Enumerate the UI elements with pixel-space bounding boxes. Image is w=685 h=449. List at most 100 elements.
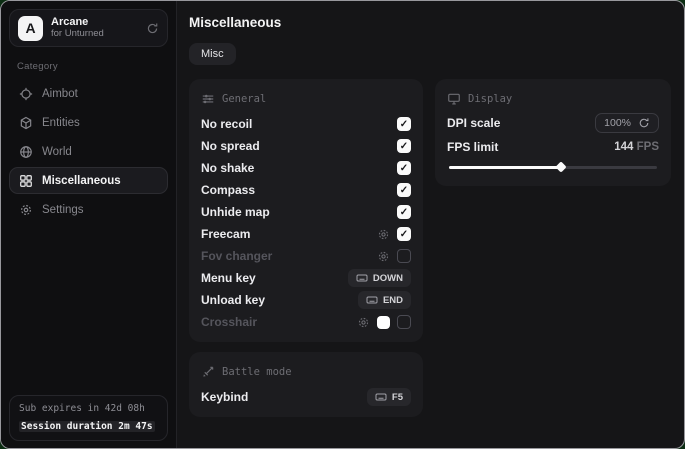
setting-controls: ✓ [397,161,411,175]
sidebar-item-world[interactable]: World [9,138,168,165]
setting-row-no-recoil: No recoil ✓ [201,113,411,135]
sidebar-item-aimbot[interactable]: Aimbot [9,80,168,107]
setting-label: Unhide map [201,205,270,219]
dpi-scale-label: DPI scale [447,116,500,130]
keybind-badge[interactable]: F5 [367,388,411,406]
setting-controls: ✓ [357,315,411,329]
setting-label: No spread [201,139,260,153]
setting-row-no-spread: No spread ✓ [201,135,411,157]
setting-row-keybind: Keybind F5 [201,386,411,408]
sub-expiry-text: Sub expires in 42d 08h [19,403,158,414]
setting-controls: ✓ [397,117,411,131]
fps-unit: FPS [637,141,659,153]
sidebar-item-icon [19,203,33,217]
subscription-status-box: Sub expires in 42d 08h Session duration … [9,395,168,441]
checkbox[interactable]: ✓ [397,139,411,153]
brand-text: Arcane for Unturned [51,16,138,40]
battle-mode-panel: Battle mode Keybind F5 [189,352,423,417]
color-swatch[interactable] [377,316,390,329]
setting-label: Keybind [201,390,248,404]
setting-row-menu-key: Menu key DOWN [201,267,411,289]
sidebar-item-label: World [42,146,72,158]
arcane-window: A Arcane for Unturned Category Aimbot En… [0,0,685,449]
setting-row-unload-key: Unload key END [201,289,411,311]
slider-handle[interactable] [556,161,567,172]
dpi-scale-control[interactable]: 100% [595,113,659,133]
setting-controls: ✓ [397,205,411,219]
setting-label: No shake [201,161,254,175]
fps-number: 144 [614,141,633,153]
checkbox[interactable]: ✓ [397,249,411,263]
keybind-label: DOWN [373,273,403,284]
general-panel-title: General [222,93,266,105]
session-duration-text: Session duration 2m 47s [19,421,155,432]
checkbox[interactable]: ✓ [397,183,411,197]
setting-row-no-shake: No shake ✓ [201,157,411,179]
display-panel-title: Display [468,93,512,105]
keybind-label: END [383,295,403,306]
setting-row-compass: Compass ✓ [201,179,411,201]
setting-label: Menu key [201,271,256,285]
sidebar-item-label: Settings [42,204,84,216]
general-rows: No recoil ✓ No spread ✓ No shake ✓ Compa… [201,113,411,333]
sidebar-item-label: Aimbot [42,88,78,100]
setting-row-crosshair: Crosshair ✓ [201,311,411,333]
dpi-scale-value: 100% [604,117,631,129]
sidebar-item-settings[interactable]: Settings [9,196,168,223]
sliders-icon [201,92,215,106]
sidebar-item-icon [19,116,33,130]
keyboard-icon [375,391,387,403]
setting-row-fov-changer: Fov changer ✓ [201,245,411,267]
sidebar: A Arcane for Unturned Category Aimbot En… [1,1,177,448]
setting-label: Crosshair [201,315,257,329]
setting-controls: F5 [367,388,411,406]
row-settings-gear-icon[interactable] [377,228,390,241]
general-panel-header: General [201,92,411,106]
setting-controls: END [358,291,411,309]
checkbox[interactable]: ✓ [397,315,411,329]
battle-panel-title: Battle mode [222,366,292,378]
tab-misc[interactable]: Misc [189,43,236,65]
fps-limit-value: 144 FPS [614,141,659,153]
sidebar-nav: Aimbot Entities World Miscellaneous Sett… [9,80,168,223]
setting-row-freecam: Freecam ✓ [201,223,411,245]
checkbox[interactable]: ✓ [397,117,411,131]
app-name: Arcane [51,16,138,29]
dpi-scale-row: DPI scale 100% [447,113,659,133]
setting-controls: DOWN [348,269,411,287]
row-settings-gear-icon[interactable] [377,250,390,263]
fps-limit-label: FPS limit [447,140,498,154]
left-column: General No recoil ✓ No spread ✓ No shake… [189,79,423,417]
setting-label: Fov changer [201,249,272,263]
brand-card: A Arcane for Unturned [9,9,168,47]
general-panel: General No recoil ✓ No spread ✓ No shake… [189,79,423,342]
battle-panel-header: Battle mode [201,365,411,379]
row-settings-gear-icon[interactable] [357,316,370,329]
setting-controls: ✓ [377,249,411,263]
sword-icon [201,365,215,379]
main-content: Miscellaneous Misc General No recoil ✓ N… [177,1,685,448]
slider-fill [449,166,561,169]
setting-label: Unload key [201,293,265,307]
keybind-badge[interactable]: DOWN [348,269,411,287]
fps-limit-row: FPS limit 144 FPS [447,140,659,154]
app-subtitle: for Unturned [51,29,138,40]
checkbox[interactable]: ✓ [397,205,411,219]
keybind-label: F5 [392,392,403,403]
setting-label: Freecam [201,227,250,241]
checkbox[interactable]: ✓ [397,227,411,241]
sidebar-item-miscellaneous[interactable]: Miscellaneous [9,167,168,194]
sidebar-item-entities[interactable]: Entities [9,109,168,136]
sidebar-item-icon [19,174,33,188]
right-column: Display DPI scale 100% FPS limit 144 [435,79,671,186]
dpi-reset-icon[interactable] [638,117,650,129]
refresh-icon[interactable] [146,22,159,35]
keybind-badge[interactable]: END [358,291,411,309]
page-title: Miscellaneous [189,15,671,30]
setting-label: Compass [201,183,255,197]
sidebar-item-label: Entities [42,117,80,129]
fps-limit-slider[interactable] [449,161,657,173]
checkbox[interactable]: ✓ [397,161,411,175]
app-logo: A [18,16,43,41]
setting-row-unhide-map: Unhide map ✓ [201,201,411,223]
